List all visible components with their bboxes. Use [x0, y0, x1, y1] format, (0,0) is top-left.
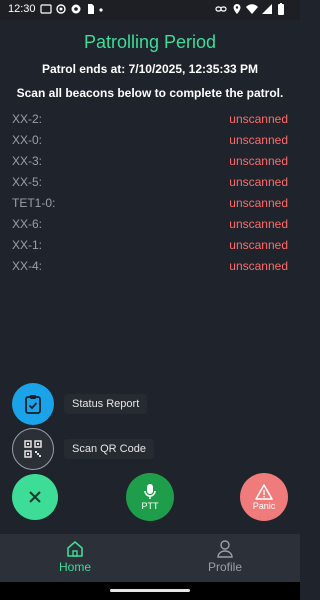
- gesture-area: [0, 582, 300, 600]
- beacon-name: XX-2:: [12, 111, 43, 126]
- close-speed-dial-button[interactable]: [12, 474, 58, 520]
- beacon-status: unscanned: [229, 111, 288, 126]
- scan-qr-button[interactable]: [12, 428, 54, 470]
- panic-button[interactable]: Panic: [240, 473, 288, 521]
- beacon-list: XX-2: unscanned XX-0: unscanned XX-3: un…: [12, 108, 288, 276]
- ptt-button[interactable]: PTT: [126, 473, 174, 521]
- scan-qr-label[interactable]: Scan QR Code: [64, 439, 154, 459]
- wifi-icon: [246, 4, 258, 15]
- patrol-end-time: Patrol ends at: 7/10/2025, 12:35:33 PM: [41, 62, 259, 76]
- beacon-status: unscanned: [229, 153, 288, 168]
- beacon-name: XX-4:: [12, 258, 43, 273]
- beacon-status: unscanned: [229, 216, 288, 231]
- beacon-row: XX-2: unscanned: [12, 108, 288, 129]
- page-title: Patrolling Period: [83, 32, 217, 52]
- beacon-name: TET1-0:: [12, 195, 56, 210]
- beacon-name: XX-3:: [12, 153, 43, 168]
- bottom-nav: Home Profile: [0, 534, 300, 582]
- gesture-handle[interactable]: [110, 589, 190, 592]
- microphone-icon: [144, 483, 156, 499]
- beacon-name: XX-0:: [12, 132, 43, 147]
- nav-label-home: Home: [58, 560, 91, 574]
- beacon-row: TET1-0: unscanned: [12, 192, 288, 213]
- file-icon: [88, 4, 94, 14]
- location-icon: [233, 4, 241, 14]
- panic-label: Panic: [252, 500, 276, 511]
- patrol-instruction: Scan all beacons below to complete the p…: [16, 86, 284, 100]
- clipboard-check-icon: [25, 395, 41, 414]
- profile-icon: [217, 540, 233, 558]
- battery-icon: [278, 3, 284, 15]
- beacon-status: unscanned: [229, 132, 288, 147]
- cast-icon: [40, 4, 52, 14]
- settings-icon: [56, 4, 66, 14]
- beacon-row: XX-1: unscanned: [12, 234, 288, 255]
- beacon-status: unscanned: [229, 174, 288, 189]
- beacon-row: XX-5: unscanned: [12, 171, 288, 192]
- status-bar: 12:30: [0, 0, 300, 20]
- qr-code-icon: [24, 440, 42, 458]
- dot-icon: [99, 8, 103, 12]
- beacon-name: XX-6:: [12, 216, 43, 231]
- beacon-row: XX-3: unscanned: [12, 150, 288, 171]
- status-report-button[interactable]: [12, 383, 54, 425]
- home-icon: [67, 541, 83, 557]
- nav-label-profile: Profile: [207, 560, 242, 574]
- close-icon: [29, 491, 41, 503]
- ptt-label: PTT: [141, 500, 159, 511]
- gear-icon: [71, 4, 81, 14]
- status-report-label[interactable]: Status Report: [64, 394, 148, 414]
- beacon-row: XX-6: unscanned: [12, 213, 288, 234]
- nav-item-profile[interactable]: Profile: [150, 534, 300, 582]
- beacon-name: XX-1:: [12, 237, 43, 252]
- beacon-name: XX-5:: [12, 174, 43, 189]
- link-icon: [215, 6, 227, 12]
- beacon-status: unscanned: [229, 258, 288, 273]
- signal-icon: [262, 4, 272, 14]
- beacon-row: XX-0: unscanned: [12, 129, 288, 150]
- beacon-status: unscanned: [229, 195, 288, 210]
- beacon-row: XX-4: unscanned: [12, 255, 288, 276]
- status-time: 12:30: [8, 3, 36, 15]
- warning-icon: [255, 483, 273, 500]
- nav-item-home[interactable]: Home: [0, 534, 150, 582]
- beacon-status: unscanned: [229, 237, 288, 252]
